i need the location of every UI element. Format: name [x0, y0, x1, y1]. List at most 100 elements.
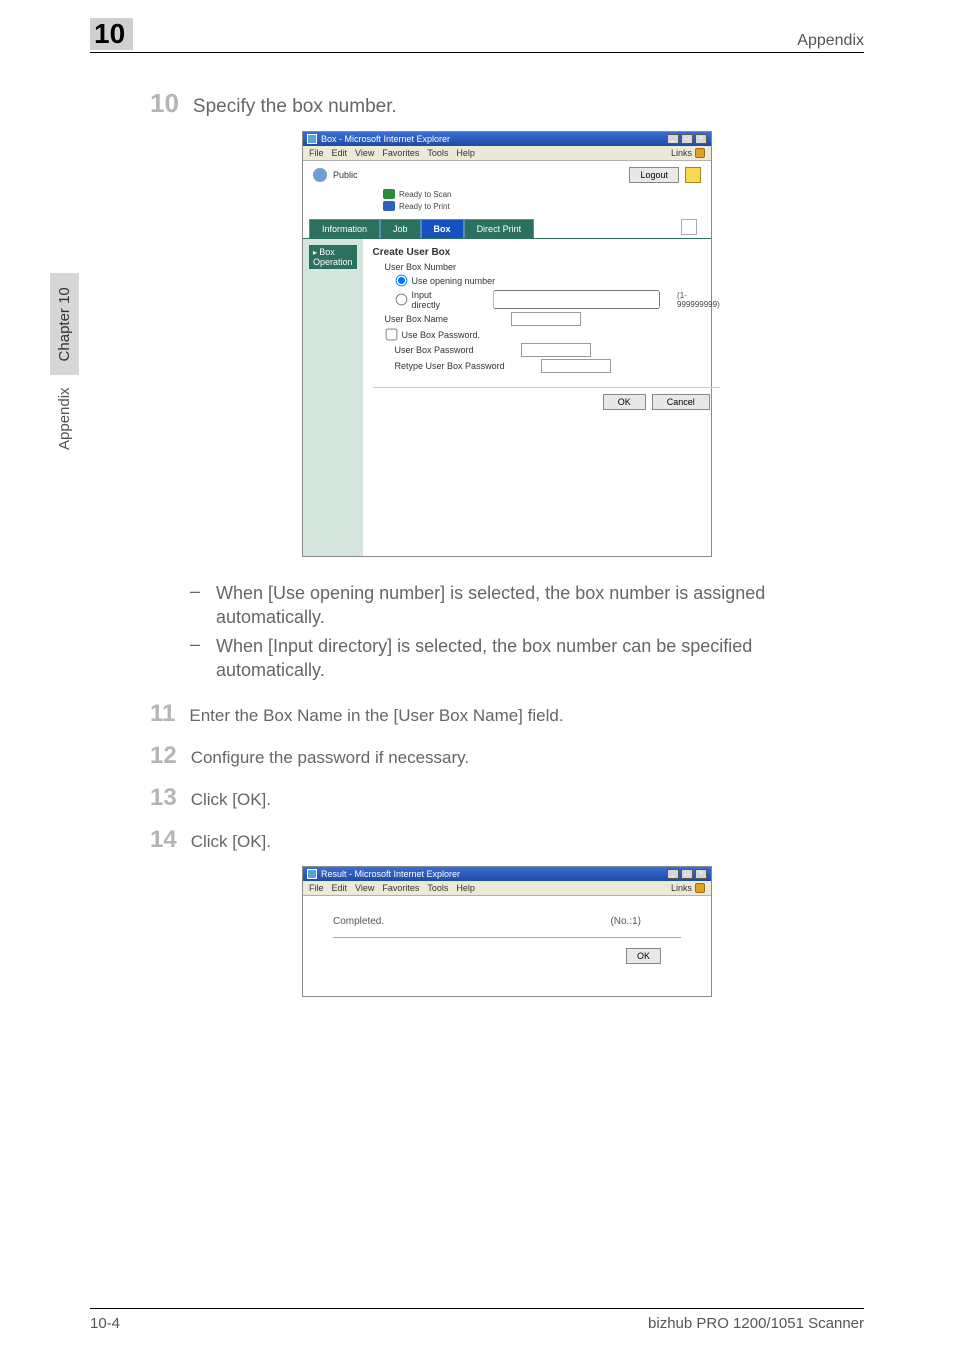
- links-icon[interactable]: [695, 148, 705, 158]
- status-scan: Ready to Scan: [303, 189, 711, 201]
- step-number-10: 10: [150, 88, 179, 119]
- dialog1-footer: OK Cancel: [373, 388, 720, 416]
- menu-file[interactable]: File: [309, 883, 324, 893]
- radio-use-opening-number-label: Use opening number: [412, 276, 496, 286]
- dialog2-title: Result - Microsoft Internet Explorer: [321, 869, 460, 879]
- menu-tools[interactable]: Tools: [427, 148, 448, 158]
- menu-tools[interactable]: Tools: [427, 883, 448, 893]
- result-ok-button[interactable]: OK: [626, 948, 661, 964]
- dialog1-form: Create User Box User Box Number Use open…: [363, 239, 730, 556]
- print-status-icon: [383, 201, 395, 211]
- scan-status-icon: [383, 189, 395, 199]
- step-text-12: Configure the password if necessary.: [191, 748, 469, 768]
- links-icon[interactable]: [695, 883, 705, 893]
- user-box-number-label: User Box Number: [385, 262, 720, 272]
- checkbox-use-box-password-input[interactable]: [385, 329, 397, 341]
- page-header: 10 Appendix: [0, 18, 954, 50]
- radio-input-directly[interactable]: Input directly (1-999999999): [395, 289, 720, 310]
- menu-view[interactable]: View: [355, 883, 374, 893]
- menu-view[interactable]: View: [355, 148, 374, 158]
- maximize-button[interactable]: □: [681, 134, 693, 144]
- checkbox-use-box-password-label: Use Box Password.: [402, 330, 481, 340]
- dialog1-title: Box - Microsoft Internet Explorer: [321, 134, 450, 144]
- ie-icon: [307, 869, 317, 879]
- menu-favorites[interactable]: Favorites: [382, 148, 419, 158]
- dialog1-menubar: File Edit View Favorites Tools Help Link…: [303, 146, 711, 161]
- minimize-button[interactable]: _: [667, 134, 679, 144]
- dialog1-topbar: Public Logout: [303, 161, 711, 189]
- close-button[interactable]: ×: [695, 869, 707, 879]
- step-number-14: 14: [150, 826, 177, 854]
- retype-password-input[interactable]: [541, 359, 611, 373]
- result-completed-label: Completed.: [333, 916, 384, 927]
- bullet-dash-icon: –: [190, 634, 202, 683]
- step-text-13: Click [OK].: [191, 790, 271, 810]
- info-icon[interactable]: [685, 167, 701, 183]
- user-box-password-label: User Box Password: [395, 345, 515, 355]
- minimize-button[interactable]: _: [667, 869, 679, 879]
- menu-edit[interactable]: Edit: [332, 148, 348, 158]
- tab-box[interactable]: Box: [421, 219, 464, 238]
- step-text-14: Click [OK].: [191, 832, 271, 852]
- refresh-icon[interactable]: [681, 219, 697, 235]
- bullet-1: – When [Use opening number] is selected,…: [190, 581, 864, 630]
- side-tab-chapter: Chapter 10: [50, 273, 79, 375]
- box-number-hint: (1-999999999): [677, 291, 720, 309]
- close-button[interactable]: ×: [695, 134, 707, 144]
- radio-use-opening-number[interactable]: Use opening number: [395, 274, 720, 287]
- menu-help[interactable]: Help: [456, 883, 475, 893]
- form-title: Create User Box: [373, 247, 720, 258]
- side-tab: Appendix Chapter 10: [50, 273, 79, 450]
- box-number-input[interactable]: [493, 290, 660, 309]
- footer-page-number: 10-4: [90, 1315, 120, 1332]
- step-number-11: 11: [150, 700, 175, 728]
- step-12: 12 Configure the password if necessary.: [150, 742, 864, 770]
- ie-icon: [307, 134, 317, 144]
- header-rule: [90, 52, 864, 53]
- menu-help[interactable]: Help: [456, 148, 475, 158]
- menu-edit[interactable]: Edit: [332, 883, 348, 893]
- dialog-result: Result - Microsoft Internet Explorer _ □…: [302, 866, 712, 997]
- bullet-dash-icon: –: [190, 581, 202, 630]
- user-box-name-input[interactable]: [511, 312, 581, 326]
- user-label: Public: [333, 170, 358, 180]
- menu-favorites[interactable]: Favorites: [382, 883, 419, 893]
- dialog1-titlebar[interactable]: Box - Microsoft Internet Explorer _ □ ×: [303, 132, 711, 146]
- maximize-button[interactable]: □: [681, 869, 693, 879]
- status-print: Ready to Print: [303, 201, 711, 213]
- dialog1-main: Box Operation Create User Box User Box N…: [303, 238, 711, 556]
- tab-job[interactable]: Job: [380, 219, 421, 238]
- user-box-name-row: User Box Name: [385, 312, 720, 326]
- print-status-text: Ready to Print: [399, 202, 450, 211]
- checkbox-use-box-password[interactable]: Use Box Password.: [385, 328, 720, 341]
- tab-information[interactable]: Information: [309, 219, 380, 238]
- step-14: 14 Click [OK].: [150, 826, 864, 854]
- dialog1-tabs: Information Job Box Direct Print: [309, 219, 705, 238]
- bullet-list: – When [Use opening number] is selected,…: [190, 581, 864, 682]
- chapter-number-badge: 10: [90, 18, 133, 50]
- ok-button[interactable]: OK: [603, 394, 646, 410]
- dialog1-sidebar: Box Operation: [303, 239, 363, 556]
- result-number: (No.:1): [610, 916, 641, 927]
- cancel-button[interactable]: Cancel: [652, 394, 710, 410]
- result-rule: [333, 937, 681, 938]
- bullet-2-text: When [Input directory] is selected, the …: [216, 634, 864, 683]
- side-tab-section: Appendix: [56, 387, 73, 450]
- bullet-1-text: When [Use opening number] is selected, t…: [216, 581, 864, 630]
- user-box-password-input[interactable]: [521, 343, 591, 357]
- header-right-label: Appendix: [797, 32, 864, 50]
- links-label: Links: [671, 148, 692, 158]
- links-label: Links: [671, 883, 692, 893]
- radio-input-directly-input[interactable]: [395, 294, 407, 306]
- sidebar-item-box-operation[interactable]: Box Operation: [309, 245, 357, 269]
- menu-file[interactable]: File: [309, 148, 324, 158]
- step-text-10: Specify the box number.: [193, 96, 397, 118]
- dialog2-titlebar[interactable]: Result - Microsoft Internet Explorer _ □…: [303, 867, 711, 881]
- logout-button[interactable]: Logout: [629, 167, 679, 183]
- footer-product-name: bizhub PRO 1200/1051 Scanner: [648, 1315, 864, 1332]
- tab-direct-print[interactable]: Direct Print: [464, 219, 535, 238]
- radio-use-opening-number-input[interactable]: [395, 275, 407, 287]
- retype-password-row: Retype User Box Password: [395, 359, 720, 373]
- user-icon: [313, 168, 327, 182]
- user-box-name-label: User Box Name: [385, 314, 505, 324]
